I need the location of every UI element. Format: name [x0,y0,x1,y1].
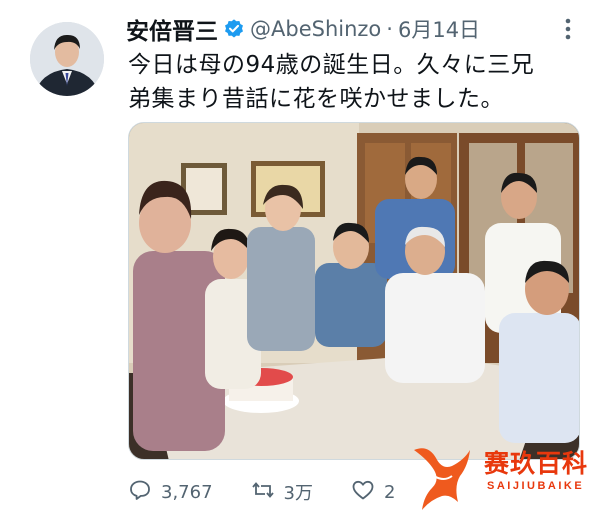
tweet-text-line: 今日は母の94歳の誕生日。久々に三兄 [128,52,535,78]
tweet-text: 今日は母の94歳の誕生日。久々に三兄 弟集まり昔話に花を咲かせました。 [128,48,588,116]
retweet-button[interactable]: 3万 [251,478,313,506]
retweet-count: 3万 [283,483,313,504]
like-icon [351,478,375,506]
separator-dot: · [386,17,393,41]
tweet-header: 安倍晋三 @AbeShinzo · 6月14日 [126,12,578,46]
like-button[interactable]: 2 [351,478,395,506]
tweet-text-line: 弟集まり昔話に花を咲かせました。 [128,86,504,112]
verified-badge-icon [223,18,245,40]
watermark: 赛玖百科 SAIJIUBAIKE [408,436,600,516]
reply-icon [128,478,152,506]
like-count: 2 [383,481,396,503]
author-display-name[interactable]: 安倍晋三 [126,12,218,46]
retweet-icon [251,478,275,506]
more-icon[interactable] [558,16,578,42]
tweet-timestamp[interactable]: 6月14日 [398,14,480,44]
author-avatar[interactable] [30,22,104,96]
reply-count: 3,767 [161,481,213,503]
reply-button[interactable]: 3,767 [128,478,213,506]
watermark-brand-cn: 赛玖百科 [484,449,589,478]
author-handle[interactable]: @AbeShinzo [250,17,381,41]
watermark-brand-en: SAIJIUBAIKE [487,480,585,492]
tweet-photo[interactable] [128,122,580,460]
